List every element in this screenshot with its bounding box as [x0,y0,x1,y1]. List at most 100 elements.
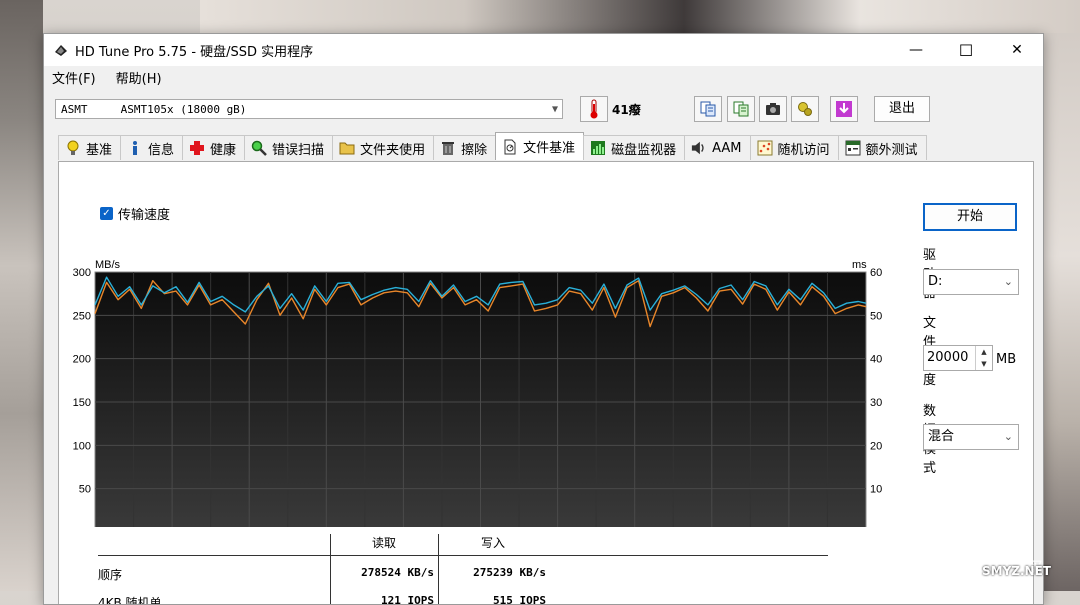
tab-label: 健康 [210,142,237,158]
bulb-icon [65,140,81,156]
y-axis-unit-left: MB/s [95,259,121,271]
y-tick-label: 50 [79,484,91,496]
4kb-read-value: 121 IOPS [381,594,434,605]
copy-info-button[interactable] [694,96,722,122]
y-tick-label: 150 [73,397,91,409]
copy-info-icon [700,101,716,117]
stepper-down-icon[interactable]: ▼ [976,358,992,370]
sequential-write-value: 275239 KB/s [473,566,546,579]
tab-disk-monitor[interactable]: 磁盘监视器 [583,135,686,160]
tab-file-benchmark[interactable]: 文件基准 [495,132,585,160]
speaker-icon [691,140,707,156]
row-label-4kb-random: 4KB 随机单 [98,596,162,605]
column-divider [438,534,439,604]
y-tick-label: 200 [73,354,91,366]
tab-label: 擦除 [461,142,488,158]
read-header: 读取 [372,536,397,550]
random-access-icon [757,140,773,156]
transfer-speed-chart: MB/sms5010015020025030010203040506002468… [73,259,882,527]
extra-test-icon [845,140,861,156]
chevron-down-icon: ⌄ [1003,275,1013,288]
data-mode-select[interactable]: 混合 ⌄ [923,424,1019,450]
data-mode-value: 混合 [928,429,955,444]
y2-tick-label: 50 [870,310,882,322]
watermark-logo: 值 [912,551,942,581]
save-icon [836,101,852,117]
hdtune-app-icon [53,42,69,58]
file-length-value: 20000 [927,350,969,365]
start-button[interactable]: 开始 [923,203,1017,231]
health-cross-icon [189,140,205,156]
tab-extra-tests[interactable]: 额外测试 [837,135,927,160]
tab-error-scan[interactable]: 错误扫描 [244,135,334,160]
screenshot-button[interactable] [759,96,787,122]
y2-tick-label: 30 [870,397,882,409]
menu-file[interactable]: 文件(F) [52,68,96,87]
tab-erase[interactable]: 擦除 [433,135,497,160]
minimize-button[interactable]: — [893,34,939,66]
y2-tick-label: 10 [870,484,882,496]
title-bar: HD Tune Pro 5.75 - 硬盘/SSD 实用程序 — ☐ ✕ [44,34,1043,66]
stepper-up-icon[interactable]: ▲ [976,346,992,358]
monitor-icon [590,140,606,156]
chevron-down-icon: ▼ [551,104,558,115]
app-window: HD Tune Pro 5.75 - 硬盘/SSD 实用程序 — ☐ ✕ 文件(… [43,33,1044,605]
save-button[interactable] [830,96,858,122]
watermark-sub: SMYZ.NET [982,564,1051,578]
y-tick-label: 100 [73,440,91,452]
tab-folder-usage[interactable]: 文件夹使用 [332,135,435,160]
tab-label: 磁盘监视器 [611,142,677,158]
folder-icon [339,140,355,156]
camera-icon [766,103,780,115]
write-header: 写入 [481,536,506,550]
info-icon [127,140,143,156]
wallpaper-left [0,0,43,591]
copy-green-button[interactable] [727,96,755,122]
file-benchmark-panel: ✓ 传输速度 MB/s ms 50 100 150 200 250 300 10 20 30 40 50… [58,161,1034,605]
menu-help[interactable]: 帮助(H) [116,68,162,87]
tab-label: 额外测试 [865,142,918,158]
tab-label: 随机访问 [777,142,830,158]
options-icon [798,102,812,116]
tab-aam[interactable]: AAM [684,135,751,160]
tab-info[interactable]: 信息 [120,135,184,160]
stepper-arrows[interactable]: ▲ ▼ [975,346,992,370]
tab-random-access[interactable]: 随机访问 [749,135,839,160]
maximize-button[interactable]: ☐ [943,34,989,66]
file-bench-icon [502,139,518,155]
y-tick-label: 250 [73,310,91,322]
tab-bar: 基准 信息 健康 错误扫描 文件夹使用 擦除 文件基准 磁盘监视器 AAM 随机… [58,132,927,161]
drive-letter-select[interactable]: D: ⌄ [923,269,1019,295]
tab-health[interactable]: 健康 [182,135,246,160]
options-button[interactable] [791,96,819,122]
close-button[interactable]: ✕ [994,34,1040,66]
exit-button[interactable]: 退出 [874,96,930,122]
tab-label: 错误扫描 [272,142,325,158]
row-label-sequential: 顺序 [98,568,123,582]
wallpaper-right [1042,33,1080,591]
column-divider [330,534,331,604]
menu-bar: 文件(F) 帮助(H) [44,66,1043,88]
magnifier-icon [251,140,267,156]
y2-tick-label: 40 [870,354,882,366]
file-length-unit: MB [996,352,1017,367]
tab-benchmark[interactable]: 基准 [58,135,122,160]
thermometer-icon [590,99,598,119]
y-axis-unit-right: ms [852,259,867,271]
copy-green-icon [733,101,749,117]
y2-tick-label: 60 [870,267,882,279]
tab-label: 基准 [86,142,113,158]
sequential-read-value: 278524 KB/s [361,566,434,579]
trash-icon [440,140,456,156]
temperature-readout: 41癈 [612,103,641,117]
file-length-stepper[interactable]: 20000 ▲ ▼ [923,345,993,371]
header-divider [98,555,828,556]
drive-letter-value: D: [928,274,943,289]
y-tick-label: 300 [73,267,91,279]
tab-label: 信息 [148,142,175,158]
tab-label: 文件夹使用 [360,142,426,158]
tab-label: 文件基准 [523,141,576,156]
temperature-button[interactable] [580,96,608,122]
4kb-write-value: 515 IOPS [493,594,546,605]
drive-select[interactable]: ASMT ASMT105x (18000 gB) ▼ [55,99,563,119]
